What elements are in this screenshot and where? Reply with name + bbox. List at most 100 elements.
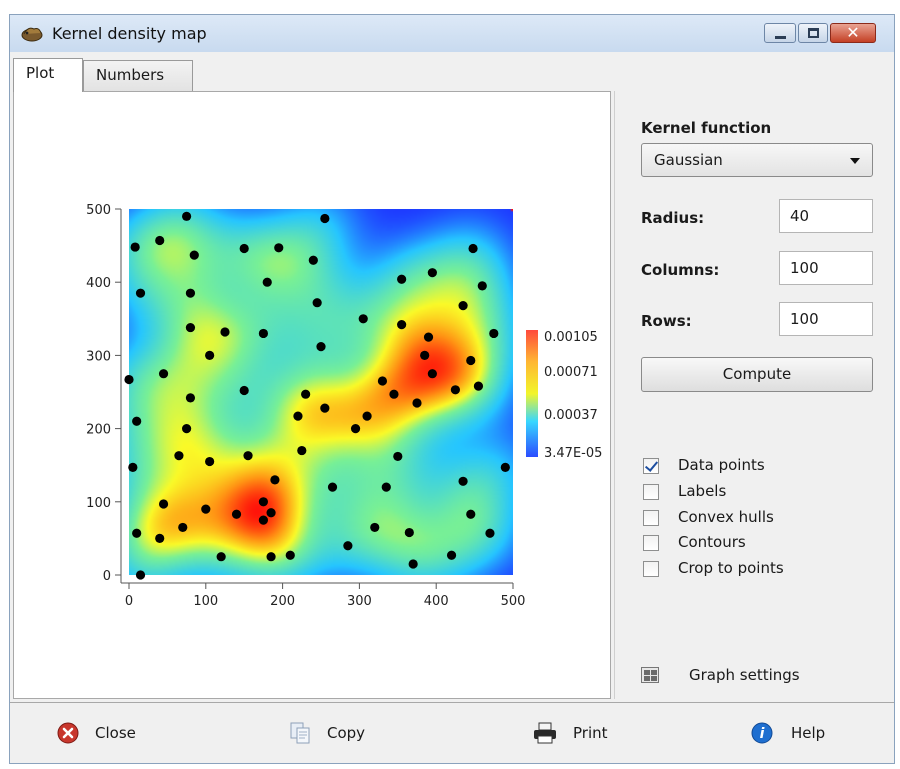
kernel-function-label: Kernel function [641, 119, 772, 137]
colorbar-label: 0.00071 [544, 365, 598, 380]
data-point [293, 411, 303, 421]
tab-bar: Plot Numbers [10, 53, 894, 92]
tab-plot[interactable]: Plot [13, 58, 83, 92]
data-point [397, 320, 407, 330]
help-button[interactable]: i Help [746, 721, 866, 747]
data-point [174, 451, 184, 461]
data-points-checkbox[interactable] [643, 458, 659, 474]
close-x-icon: ✕ [846, 23, 860, 42]
print-button[interactable]: Print [528, 721, 648, 747]
checkbox-label: Contours [678, 533, 746, 551]
labels-checkbox[interactable] [643, 484, 659, 500]
data-point [189, 250, 199, 260]
kernel-function-value: Gaussian [654, 151, 723, 169]
data-point [124, 374, 134, 385]
x-tick-label: 300 [347, 594, 372, 609]
x-tick-label: 500 [501, 594, 526, 609]
data-point [377, 376, 388, 386]
data-point [262, 277, 272, 287]
plot-panel: 0 0 100 100 200 200 300 300 400 400 500 500 0.00105… [13, 91, 611, 699]
data-point [308, 255, 318, 265]
x-tick-label: 0 [125, 594, 133, 609]
data-point [420, 350, 430, 360]
data-point [473, 381, 484, 391]
data-point [370, 522, 380, 533]
data-point [450, 385, 460, 395]
data-point [258, 328, 268, 339]
title-bar[interactable]: Kernel density map ✕ [10, 15, 894, 52]
data-point [458, 301, 468, 311]
x-tick-label: 400 [424, 594, 449, 609]
radius-input[interactable]: 40 [779, 199, 873, 233]
data-point [132, 416, 142, 426]
kernel-function-select[interactable]: Gaussian [641, 143, 873, 177]
colorbar-label: 0.00037 [544, 408, 598, 423]
app-icon [21, 27, 43, 42]
contours-checkbox[interactable] [643, 535, 659, 551]
help-icon: i [751, 722, 773, 744]
data-point [468, 243, 478, 254]
copy-button[interactable]: Copy [282, 721, 402, 747]
data-point [408, 559, 418, 569]
data-point [220, 327, 230, 337]
print-icon [534, 722, 556, 744]
data-point [185, 322, 196, 333]
svg-text:i: i [760, 726, 765, 742]
data-point [285, 550, 295, 560]
data-point [427, 369, 437, 379]
tab-numbers[interactable]: Numbers [83, 60, 193, 92]
print-label: Print [573, 724, 608, 742]
data-point [258, 515, 268, 525]
data-point [132, 528, 142, 538]
maximize-icon [808, 28, 819, 38]
graph-settings-button[interactable]: Graph settings [641, 665, 841, 687]
data-point [381, 482, 391, 492]
help-label: Help [791, 724, 826, 742]
crop-to-points-checkbox[interactable] [643, 561, 659, 577]
columns-input[interactable]: 100 [779, 251, 873, 285]
data-point [477, 281, 487, 291]
checkbox-label: Convex hulls [678, 508, 774, 526]
y-tick-label: 200 [86, 423, 111, 438]
data-point [423, 332, 434, 342]
data-point [239, 243, 249, 254]
copy-icon [290, 722, 310, 744]
data-point [301, 389, 311, 399]
data-point [216, 552, 226, 562]
data-point [412, 398, 422, 408]
data-point [178, 522, 188, 533]
x-tick-label: 100 [193, 594, 218, 609]
rows-input[interactable]: 100 [779, 302, 873, 336]
data-point [500, 462, 510, 472]
data-point [130, 242, 140, 252]
data-point [158, 499, 169, 509]
data-point [205, 456, 215, 467]
kernel-density-window: Kernel density map ✕ Plot Numbers 0 0 10… [9, 14, 895, 764]
compute-button[interactable]: Compute [641, 357, 873, 392]
chevron-down-icon [850, 158, 860, 164]
window-close-button[interactable]: ✕ [830, 23, 876, 43]
data-point [274, 243, 284, 253]
data-point [358, 314, 368, 324]
minimize-button[interactable] [764, 23, 796, 43]
y-tick-label: 100 [86, 496, 111, 511]
data-point [446, 550, 457, 560]
data-point [297, 445, 307, 456]
convex-hulls-checkbox[interactable] [643, 510, 659, 526]
grid-icon [641, 667, 659, 683]
close-button[interactable]: Close [50, 721, 170, 747]
data-point [343, 541, 353, 551]
maximize-button[interactable] [798, 23, 828, 43]
data-point [362, 411, 372, 421]
checkbox-label: Data points [678, 456, 765, 474]
data-point [185, 288, 196, 298]
data-point [485, 528, 495, 538]
data-point [135, 288, 146, 298]
minimize-icon [775, 36, 786, 39]
settings-panel: Kernel function Gaussian Radius: 40 Colu… [614, 91, 894, 699]
data-point [155, 533, 165, 543]
data-point [258, 497, 268, 507]
data-point [327, 482, 338, 492]
colorbar-label: 3.47E-05 [544, 446, 602, 461]
data-point [489, 328, 499, 339]
